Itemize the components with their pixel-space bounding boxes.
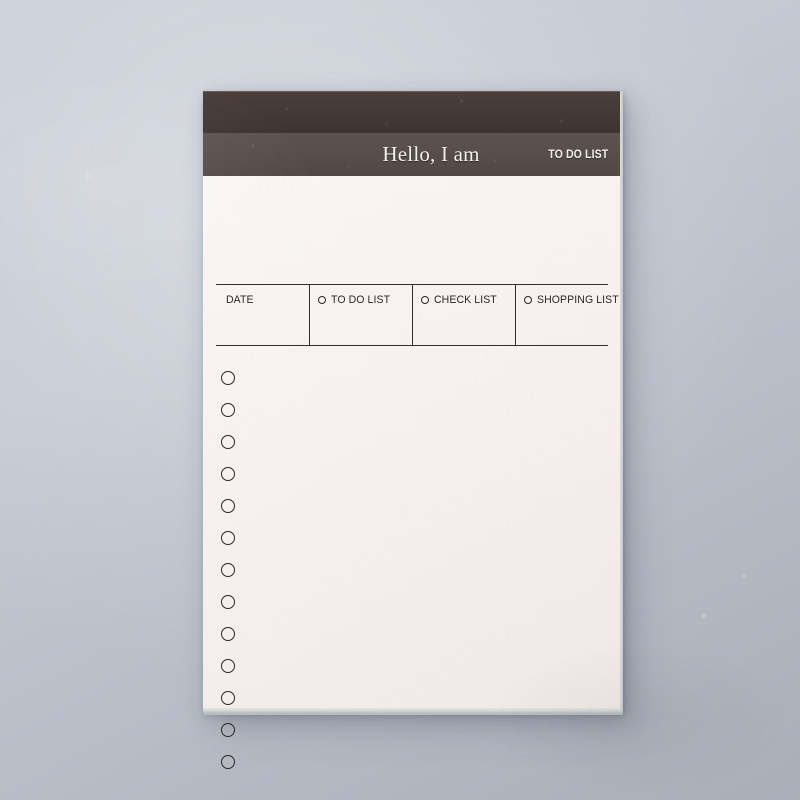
column-header-to-do-list[interactable]: TO DO LIST — [309, 285, 412, 345]
checklist-row[interactable] — [221, 426, 235, 458]
checklist-row[interactable] — [221, 714, 235, 746]
checkbox-circle-icon[interactable] — [221, 659, 235, 673]
column-header-check-list[interactable]: CHECK LIST — [412, 285, 515, 345]
column-header-date-label: DATE — [226, 294, 254, 306]
column-header-shopping-list[interactable]: SHOPPING LIST — [515, 285, 619, 345]
checkbox-circle-icon[interactable] — [221, 371, 235, 385]
notepad-sheet[interactable]: DATE TO DO LIST CHECK LIST SHOPPING LIST — [203, 176, 620, 769]
checkbox-circle-icon[interactable] — [221, 403, 235, 417]
page-title: Hello, I am — [382, 142, 480, 166]
checklist-row[interactable] — [221, 586, 235, 618]
notepad-title-band: Hello, I am TO DO LIST — [203, 133, 620, 176]
checkbox-circle-icon[interactable] — [221, 531, 235, 545]
column-header-shopping-list-label: SHOPPING LIST — [537, 294, 619, 306]
checkbox-circle-icon[interactable] — [221, 435, 235, 449]
notepad[interactable]: Hello, I am TO DO LIST DATE TO DO LIST C… — [203, 91, 623, 769]
column-header-table: DATE TO DO LIST CHECK LIST SHOPPING LIST — [216, 284, 619, 346]
checklist-row[interactable] — [221, 554, 235, 586]
sheet-right-edge — [620, 91, 623, 711]
checkbox-circle-icon[interactable] — [221, 563, 235, 577]
desk-surface: Hello, I am TO DO LIST DATE TO DO LIST C… — [0, 0, 800, 800]
circle-bullet-icon — [524, 296, 532, 304]
checklist-row[interactable] — [221, 682, 235, 714]
checklist-row[interactable] — [221, 394, 235, 426]
column-header-to-do-list-label: TO DO LIST — [331, 294, 391, 306]
checklist-row[interactable] — [221, 746, 235, 778]
checklist-row[interactable] — [221, 650, 235, 682]
notepad-binding-band — [203, 91, 620, 134]
checkbox-circle-icon[interactable] — [221, 723, 235, 737]
checkbox-circle-icon[interactable] — [221, 691, 235, 705]
checkbox-circle-icon[interactable] — [221, 627, 235, 641]
column-header-date[interactable]: DATE — [216, 285, 309, 345]
checkbox-circle-icon[interactable] — [221, 467, 235, 481]
checklist-row[interactable] — [221, 458, 235, 490]
checkbox-circle-icon[interactable] — [221, 595, 235, 609]
checklist-row[interactable] — [221, 362, 235, 394]
sheet-bottom-edge — [203, 708, 622, 713]
column-header-check-list-label: CHECK LIST — [434, 294, 497, 306]
checkbox-circle-icon[interactable] — [221, 755, 235, 769]
checklist — [221, 362, 235, 778]
checkbox-circle-icon[interactable] — [221, 499, 235, 513]
checklist-row[interactable] — [221, 522, 235, 554]
circle-bullet-icon — [318, 296, 326, 304]
notepad-kicker-label: TO DO LIST — [547, 148, 608, 161]
checklist-row[interactable] — [221, 618, 235, 650]
checklist-row[interactable] — [221, 490, 235, 522]
circle-bullet-icon — [421, 296, 429, 304]
